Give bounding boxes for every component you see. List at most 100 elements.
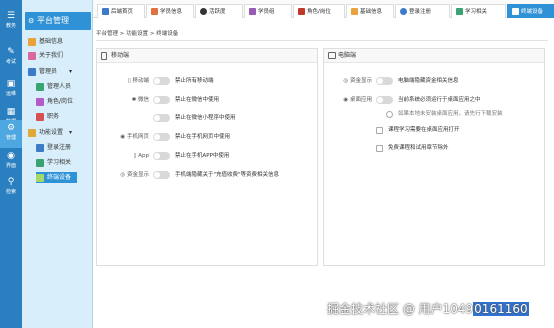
row-text: 课程学习需要在桌面应用打开 bbox=[388, 127, 460, 133]
sidebar-item-label: 学习相关 bbox=[47, 159, 72, 166]
row-text: 禁止在手机网页中使用 bbox=[175, 134, 231, 140]
rail-label: 运维 bbox=[5, 91, 16, 97]
divider bbox=[96, 40, 548, 41]
sidebar-item-devices[interactable]: 终端设备 bbox=[36, 172, 78, 183]
row-text: 如果本地未安装桌面应用，请先行下载安装 bbox=[398, 111, 503, 117]
tab-devices[interactable]: 终端设备 bbox=[507, 4, 554, 18]
rail-item-exam[interactable]: ✎ 考试 bbox=[0, 44, 22, 72]
tab-login[interactable]: 登录注册 bbox=[395, 4, 450, 18]
info-icon bbox=[28, 37, 36, 46]
settings-icon bbox=[28, 128, 36, 137]
pc-option-free-except: 免费课程和试用章节除外 bbox=[324, 143, 546, 153]
rail-label: 界面 bbox=[5, 163, 16, 169]
row-label: ✱ 微信 bbox=[131, 97, 149, 103]
tab-home[interactable]: 后端首页 bbox=[97, 4, 145, 18]
sidebar-item-label: 功能设置 bbox=[39, 129, 64, 136]
sidebar-item-label: 关于我们 bbox=[39, 52, 64, 59]
login-icon bbox=[36, 143, 44, 152]
desktop-app-toggle[interactable] bbox=[376, 96, 393, 104]
mobile-all-toggle[interactable] bbox=[153, 77, 170, 85]
sidebar-item-label: 登录注册 bbox=[47, 144, 72, 151]
sidebar-item-duty[interactable]: 职务 bbox=[36, 111, 59, 122]
download-radio[interactable] bbox=[386, 111, 393, 118]
users-icon bbox=[28, 67, 36, 76]
sidebar-title[interactable]: ⚙ 平台管理 bbox=[25, 12, 91, 30]
chevron-down-icon: ▾ bbox=[69, 68, 73, 75]
pc-funds-toggle[interactable] bbox=[376, 77, 393, 85]
pc-option-download: 如果本地未安装桌面应用，请先行下载安装 bbox=[324, 109, 546, 119]
rail-item-ops[interactable]: ▣ 运维 bbox=[0, 76, 22, 104]
tab-roles[interactable]: 角色/岗位 bbox=[293, 4, 345, 18]
rail-item-teaching[interactable]: ☰ 教务 bbox=[0, 8, 22, 36]
app-toggle[interactable] bbox=[153, 152, 170, 160]
mobile-panel-header: 移动端 bbox=[97, 49, 317, 63]
row-label: ◉ 桌面应用 bbox=[343, 97, 372, 103]
palette-icon: ◉ bbox=[7, 151, 15, 161]
pc-option-course-in-app: 课程学习需要在桌面应用打开 bbox=[324, 125, 546, 135]
home-icon bbox=[102, 8, 109, 15]
rail-label: 教务 bbox=[5, 23, 16, 29]
chart-icon: ▦ bbox=[6, 107, 16, 117]
mobile-funds-toggle[interactable] bbox=[153, 171, 170, 179]
panel-title: 移动端 bbox=[111, 52, 130, 59]
wechat-toggle[interactable] bbox=[153, 96, 170, 104]
sidebar-title-label: 平台管理 bbox=[37, 16, 69, 25]
chevron-down-icon: ▾ bbox=[69, 129, 73, 136]
device-icon bbox=[512, 8, 519, 15]
login-icon bbox=[400, 8, 407, 15]
tab-study[interactable]: 学习相关 bbox=[451, 4, 506, 18]
row-label: ◎ 资金显示 bbox=[120, 172, 149, 178]
mobile-row-all: ▯ 移动端 禁止所有移动端 bbox=[97, 76, 319, 86]
exam-icon: ✎ bbox=[7, 47, 15, 57]
sidebar-item-study[interactable]: 学习相关 bbox=[36, 157, 71, 168]
mobile-row-wechat: ✱ 微信 禁止在微信中使用 bbox=[97, 95, 319, 105]
row-text: 禁止在手机APP中使用 bbox=[175, 153, 230, 159]
monitor-icon: ▣ bbox=[6, 79, 16, 89]
sidebar-item-roles[interactable]: 角色/岗位 bbox=[36, 96, 73, 107]
sidebar: ⚙ 平台管理 基础信息 关于我们 管理员 ▾ 管理人员 角色/岗位 职务 功能设置… bbox=[22, 0, 93, 328]
role-icon bbox=[36, 97, 44, 106]
sidebar-item-label: 基础信息 bbox=[39, 38, 64, 45]
rail-label: 考试 bbox=[5, 59, 16, 65]
tab-groups[interactable]: 学员组 bbox=[244, 4, 292, 18]
pc-panel-header: 电脑端 bbox=[324, 49, 544, 63]
tab-label: 学习相关 bbox=[465, 9, 488, 15]
tab-label: 活跃度 bbox=[209, 9, 226, 15]
pc-row-funds: ◎ 资金显示 电脑端隐藏资金相关信息 bbox=[324, 76, 546, 86]
role-icon bbox=[298, 8, 305, 15]
free-except-checkbox[interactable] bbox=[376, 145, 383, 152]
sidebar-item-label: 管理员 bbox=[39, 68, 58, 75]
search-icon: ⚲ bbox=[7, 177, 15, 187]
tab-basic-info[interactable]: 基础信息 bbox=[346, 4, 394, 18]
mobile-row-miniprogram: 禁止在微信小程序中使用 bbox=[97, 113, 319, 123]
rail-item-manage[interactable]: ⚙ 管理 bbox=[0, 120, 22, 148]
mobile-web-toggle[interactable] bbox=[153, 133, 170, 141]
sidebar-item-admins[interactable]: 管理员 ▾ bbox=[28, 66, 72, 77]
watermark-highlight: 0161160 bbox=[473, 302, 529, 316]
rail-label: 管理 bbox=[5, 135, 16, 141]
course-in-app-checkbox[interactable] bbox=[376, 127, 383, 134]
about-icon bbox=[28, 51, 36, 60]
sidebar-item-admin-staff[interactable]: 管理人员 bbox=[36, 81, 71, 92]
book-icon: ☰ bbox=[6, 11, 16, 21]
mobile-row-funds: ◎ 资金显示 手机端隐藏关于"充值收费"等资费相关信息 bbox=[97, 170, 319, 180]
rail-item-search[interactable]: ⚲ 检索 bbox=[0, 174, 22, 202]
rail-item-ui[interactable]: ◉ 界面 bbox=[0, 148, 22, 176]
row-label: ◎ 资金显示 bbox=[343, 78, 372, 84]
row-text: 电脑端隐藏资金相关信息 bbox=[398, 78, 459, 84]
mobile-panel: 移动端 ▯ 移动端 禁止所有移动端 ✱ 微信 禁止在微信中使用 禁止在微信小程序… bbox=[96, 48, 318, 266]
left-rail: ☰教务 ✎考试 ▣运维 ▦数据 ⚙管理 ◉界面 ⚲检索 bbox=[0, 0, 22, 328]
tab-students[interactable]: 学员信息 bbox=[146, 4, 194, 18]
row-label: ▯ 移动端 bbox=[127, 78, 149, 84]
gear-icon: ⚙ bbox=[6, 123, 16, 133]
sidebar-item-login[interactable]: 登录注册 bbox=[36, 142, 71, 153]
miniprogram-toggle[interactable] bbox=[153, 114, 170, 122]
sidebar-item-features[interactable]: 功能设置 ▾ bbox=[28, 127, 72, 138]
tab-activity[interactable]: 活跃度 bbox=[195, 4, 243, 18]
sidebar-item-label: 终端设备 bbox=[47, 174, 72, 181]
pc-panel: 电脑端 ◎ 资金显示 电脑端隐藏资金相关信息 ◉ 桌面应用 当前系统必须运行于桌… bbox=[323, 48, 545, 266]
sidebar-item-basic-info[interactable]: 基础信息 bbox=[28, 36, 63, 47]
device-icon bbox=[36, 173, 44, 182]
phone-icon bbox=[101, 52, 107, 60]
sidebar-item-about[interactable]: 关于我们 bbox=[28, 50, 63, 61]
